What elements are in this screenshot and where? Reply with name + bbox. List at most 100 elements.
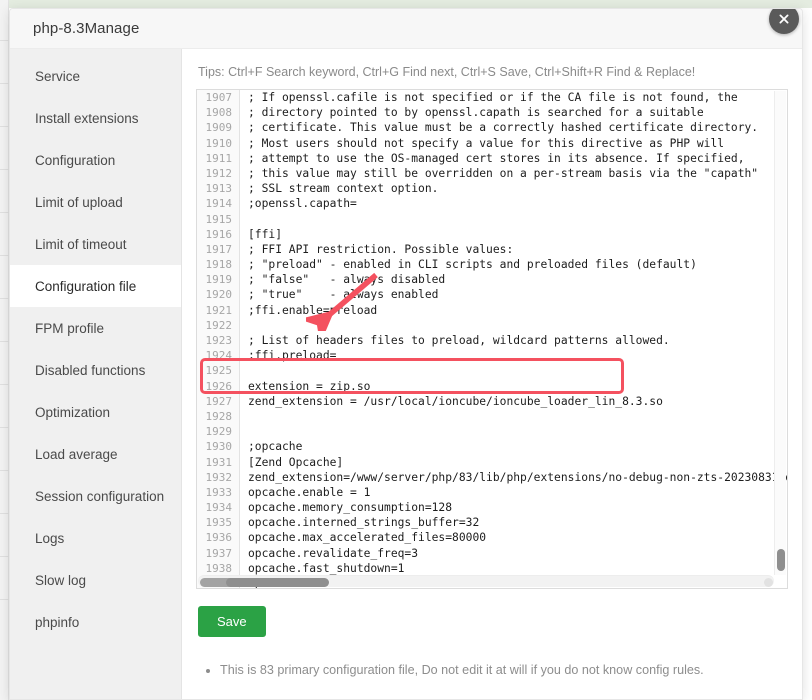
line-number: 1938 <box>197 561 240 576</box>
sidebar-item-configuration[interactable]: Configuration <box>10 139 181 181</box>
line-text: ;ffi.preload= <box>240 348 336 363</box>
sidebar-item-limit-of-upload[interactable]: Limit of upload <box>10 181 181 223</box>
code-line[interactable]: 1907; If openssl.cafile is not specified… <box>197 90 787 105</box>
save-button[interactable]: Save <box>198 606 266 637</box>
code-line[interactable]: 1929 <box>197 424 787 439</box>
code-line[interactable]: 1934opcache.memory_consumption=128 <box>197 500 787 515</box>
code-line[interactable]: 1938opcache.fast_shutdown=1 <box>197 561 787 576</box>
line-text <box>240 318 248 333</box>
line-text: opcache.interned_strings_buffer=32 <box>240 515 479 530</box>
code-line[interactable]: 1928 <box>197 409 787 424</box>
editor-vertical-scroll-thumb[interactable] <box>777 549 785 571</box>
sidebar-item-limit-of-timeout[interactable]: Limit of timeout <box>10 223 181 265</box>
sidebar-item-logs[interactable]: Logs <box>10 517 181 559</box>
sidebar-item-slow-log[interactable]: Slow log <box>10 559 181 601</box>
code-line[interactable]: 1924;ffi.preload= <box>197 348 787 363</box>
code-line[interactable]: 1923; List of headers files to preload, … <box>197 333 787 348</box>
editor-footer: Save This is 83 primary configuration fi… <box>196 589 788 680</box>
sidebar-item-load-average[interactable]: Load average <box>10 433 181 475</box>
line-number: 1927 <box>197 394 240 409</box>
editor-code-area[interactable]: 1907; If openssl.cafile is not specified… <box>197 90 787 588</box>
code-line[interactable]: 1926extension = zip.so <box>197 379 787 394</box>
line-number: 1918 <box>197 257 240 272</box>
line-number: 1911 <box>197 151 240 166</box>
line-text: ;ffi.enable=preload <box>240 303 377 318</box>
code-line[interactable]: 1915 <box>197 212 787 227</box>
sidebar-item-install-extensions[interactable]: Install extensions <box>10 97 181 139</box>
editor-horizontal-scroll-end-cap[interactable] <box>764 578 773 587</box>
line-text: [Zend Opcache] <box>240 455 343 470</box>
sidebar-item-label: Limit of upload <box>35 195 123 210</box>
code-line[interactable]: 1916[ffi] <box>197 227 787 242</box>
line-number: 1933 <box>197 485 240 500</box>
code-line[interactable]: 1911; attempt to use the OS-managed cert… <box>197 151 787 166</box>
line-number: 1936 <box>197 530 240 545</box>
code-line[interactable]: 1917; FFI API restriction. Possible valu… <box>197 242 787 257</box>
line-number: 1913 <box>197 181 240 196</box>
modal-body: Service Install extensions Configuration Li… <box>10 49 802 700</box>
code-line[interactable]: 1919; "false" - always disabled <box>197 272 787 287</box>
line-number: 1921 <box>197 303 240 318</box>
sidebar-item-optimization[interactable]: Optimization <box>10 391 181 433</box>
editor-vertical-scrollbar[interactable] <box>774 91 786 575</box>
line-number: 1914 <box>197 196 240 211</box>
code-line[interactable]: 1925 <box>197 363 787 378</box>
sidebar-item-configuration-file[interactable]: Configuration file <box>10 265 181 307</box>
code-line[interactable]: 1912; this value may still be overridden… <box>197 166 787 181</box>
code-line[interactable]: 1914;openssl.capath= <box>197 196 787 211</box>
editor-horizontal-scroll-thumb[interactable] <box>226 578 329 587</box>
code-line[interactable]: 1932zend_extension=/www/server/php/83/li… <box>197 470 787 485</box>
code-line[interactable]: 1931[Zend Opcache] <box>197 455 787 470</box>
line-text: extension = zip.so <box>240 379 370 394</box>
code-line[interactable]: 1918; "preload" - enabled in CLI scripts… <box>197 257 787 272</box>
code-line[interactable]: 1930;opcache <box>197 439 787 454</box>
page-root: php-8.3Manage ServiceInstall extensionsC… <box>0 0 812 700</box>
line-text: ; "true" - always enabled <box>240 287 438 302</box>
sidebar-item-phpinfo[interactable]: phpinfo <box>10 601 181 643</box>
sidebar-item-session-configuration[interactable]: Session configuration <box>10 475 181 517</box>
sidebar-item-label: FPM profile <box>35 321 104 336</box>
sidebar-item-label: Session configuration <box>35 489 164 504</box>
config-file-editor[interactable]: 1907; If openssl.cafile is not specified… <box>196 89 788 589</box>
sidebar-item-fpm-profile[interactable]: FPM profile <box>10 307 181 349</box>
line-number: 1919 <box>197 272 240 287</box>
sidebar-item-label: Slow log <box>35 573 86 588</box>
line-text: ; If openssl.cafile is not specified or … <box>240 90 738 105</box>
code-line[interactable]: 1922 <box>197 318 787 333</box>
code-line[interactable]: 1909; certificate. This value must be a … <box>197 120 787 135</box>
line-text: ; FFI API restriction. Possible values: <box>240 242 513 257</box>
code-line[interactable]: 1936opcache.max_accelerated_files=80000 <box>197 530 787 545</box>
line-number: 1920 <box>197 287 240 302</box>
line-number: 1922 <box>197 318 240 333</box>
line-text: ; List of headers files to preload, wild… <box>240 333 670 348</box>
sidebar-item-label: phpinfo <box>35 615 79 630</box>
code-line[interactable]: 1908; directory pointed to by openssl.ca… <box>197 105 787 120</box>
page-backdrop-left-lines <box>0 40 9 700</box>
page-backdrop-top <box>0 0 812 8</box>
line-text: ; "false" - always disabled <box>240 272 445 287</box>
code-line[interactable]: 1910; Most users should not specify a va… <box>197 136 787 151</box>
editor-tips: Tips: Ctrl+F Search keyword, Ctrl+G Find… <box>196 49 788 89</box>
line-number: 1924 <box>197 348 240 363</box>
code-line[interactable]: 1927zend_extension = /usr/local/ioncube/… <box>197 394 787 409</box>
line-text: ; attempt to use the OS-managed cert sto… <box>240 151 745 166</box>
line-number: 1923 <box>197 333 240 348</box>
line-number: 1934 <box>197 500 240 515</box>
code-line[interactable]: 1935opcache.interned_strings_buffer=32 <box>197 515 787 530</box>
line-number: 1908 <box>197 105 240 120</box>
sidebar-item-label: Load average <box>35 447 118 462</box>
sidebar-item-label: Install extensions <box>35 111 139 126</box>
editor-horizontal-scrollbar[interactable] <box>198 575 774 587</box>
line-text: ; directory pointed to by openssl.capath… <box>240 105 704 120</box>
sidebar-item-service[interactable]: Service <box>10 55 181 97</box>
code-line[interactable]: 1937opcache.revalidate_freq=3 <box>197 546 787 561</box>
sidebar-item-disabled-functions[interactable]: Disabled functions <box>10 349 181 391</box>
sidebar-nav: Service Install extensions Configuration Li… <box>10 49 182 700</box>
code-line[interactable]: 1913; SSL stream context option. <box>197 181 787 196</box>
line-number: 1916 <box>197 227 240 242</box>
sidebar-item-label: Optimization <box>35 405 110 420</box>
line-number: 1930 <box>197 439 240 454</box>
code-line[interactable]: 1921;ffi.enable=preload <box>197 303 787 318</box>
code-line[interactable]: 1933opcache.enable = 1 <box>197 485 787 500</box>
code-line[interactable]: 1920; "true" - always enabled <box>197 287 787 302</box>
